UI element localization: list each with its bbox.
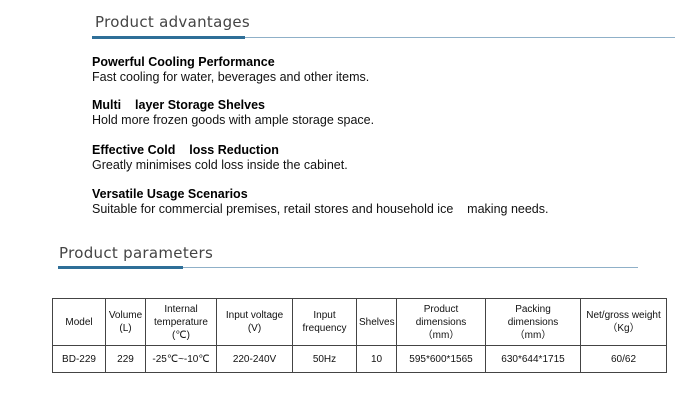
header-line: Packing: [515, 303, 551, 315]
advantage-desc: Hold more frozen goods with ample storag…: [92, 113, 375, 127]
header-line: Shelves: [359, 316, 395, 328]
table-header-row: Model Volume (L) Internal temperature (℃…: [52, 298, 667, 346]
advantage-title: Effective Cold loss Reduction: [92, 143, 279, 157]
header-volume: Volume (L): [105, 298, 146, 346]
header-line: Net/gross weight: [586, 310, 661, 321]
parameters-heading: Product parameters: [59, 244, 214, 262]
header-input-frequency: Input frequency: [292, 298, 357, 346]
advantage-desc: Fast cooling for water, beverages and ot…: [92, 70, 370, 84]
advantages-rule-accent: [92, 36, 245, 39]
header-line: （mm）: [422, 329, 460, 341]
cell-internal-temperature: -25℃~-10℃: [145, 345, 217, 373]
advantage-title: Multi layer Storage Shelves: [92, 98, 265, 112]
header-line: (℃): [172, 329, 190, 341]
cell-weight: 60/62: [580, 345, 667, 373]
header-line: （Kg）: [607, 323, 640, 334]
header-line: dimensions: [507, 316, 559, 328]
advantage-item-shelves: Multi layer Storage Shelves Hold more fr…: [92, 98, 682, 128]
cell-shelves: 10: [356, 345, 397, 373]
advantage-desc: Greatly minimises cold loss inside the c…: [92, 158, 348, 172]
advantage-title: Powerful Cooling Performance: [92, 55, 275, 69]
header-line: Internal: [164, 303, 198, 315]
header-input-voltage: Input voltage (V): [216, 298, 293, 346]
cell-input-voltage: 220-240V: [216, 345, 293, 373]
advantage-item-usage: Versatile Usage Scenarios Suitable for c…: [92, 187, 682, 217]
header-line: Product: [423, 303, 459, 315]
advantage-item-cooling: Powerful Cooling Performance Fast coolin…: [92, 55, 682, 85]
advantage-title: Versatile Usage Scenarios: [92, 187, 248, 201]
header-line: temperature: [154, 316, 208, 328]
parameters-table: Model Volume (L) Internal temperature (℃…: [52, 298, 667, 373]
header-line: dimensions: [415, 316, 467, 328]
header-shelves: Shelves: [356, 298, 397, 346]
table-row: BD-229 229 -25℃~-10℃ 220-240V 50Hz 10 59…: [52, 345, 667, 373]
cell-volume: 229: [105, 345, 146, 373]
header-line: Volume: [108, 310, 143, 321]
header-line: frequency: [302, 323, 347, 334]
advantages-heading: Product advantages: [95, 13, 251, 31]
header-packing-dimensions: Packing dimensions （mm）: [485, 298, 581, 346]
header-model: Model: [52, 298, 106, 346]
header-line: （mm）: [514, 329, 552, 341]
advantage-item-cold-loss: Effective Cold loss Reduction Greatly mi…: [92, 143, 682, 173]
header-line: Input voltage: [225, 310, 284, 321]
cell-product-dimensions: 595*600*1565: [396, 345, 486, 373]
header-weight: Net/gross weight （Kg）: [580, 298, 667, 346]
header-line: Model: [65, 316, 93, 328]
parameters-rule-accent: [58, 266, 183, 269]
header-line: Input: [313, 310, 336, 321]
advantage-desc: Suitable for commercial premises, retail…: [92, 202, 549, 216]
cell-input-frequency: 50Hz: [292, 345, 357, 373]
header-internal-temperature: Internal temperature (℃): [145, 298, 217, 346]
cell-packing-dimensions: 630*644*1715: [485, 345, 581, 373]
header-product-dimensions: Product dimensions （mm）: [396, 298, 486, 346]
cell-model: BD-229: [52, 345, 106, 373]
header-line: (L): [119, 323, 132, 334]
header-line: (V): [247, 323, 262, 334]
